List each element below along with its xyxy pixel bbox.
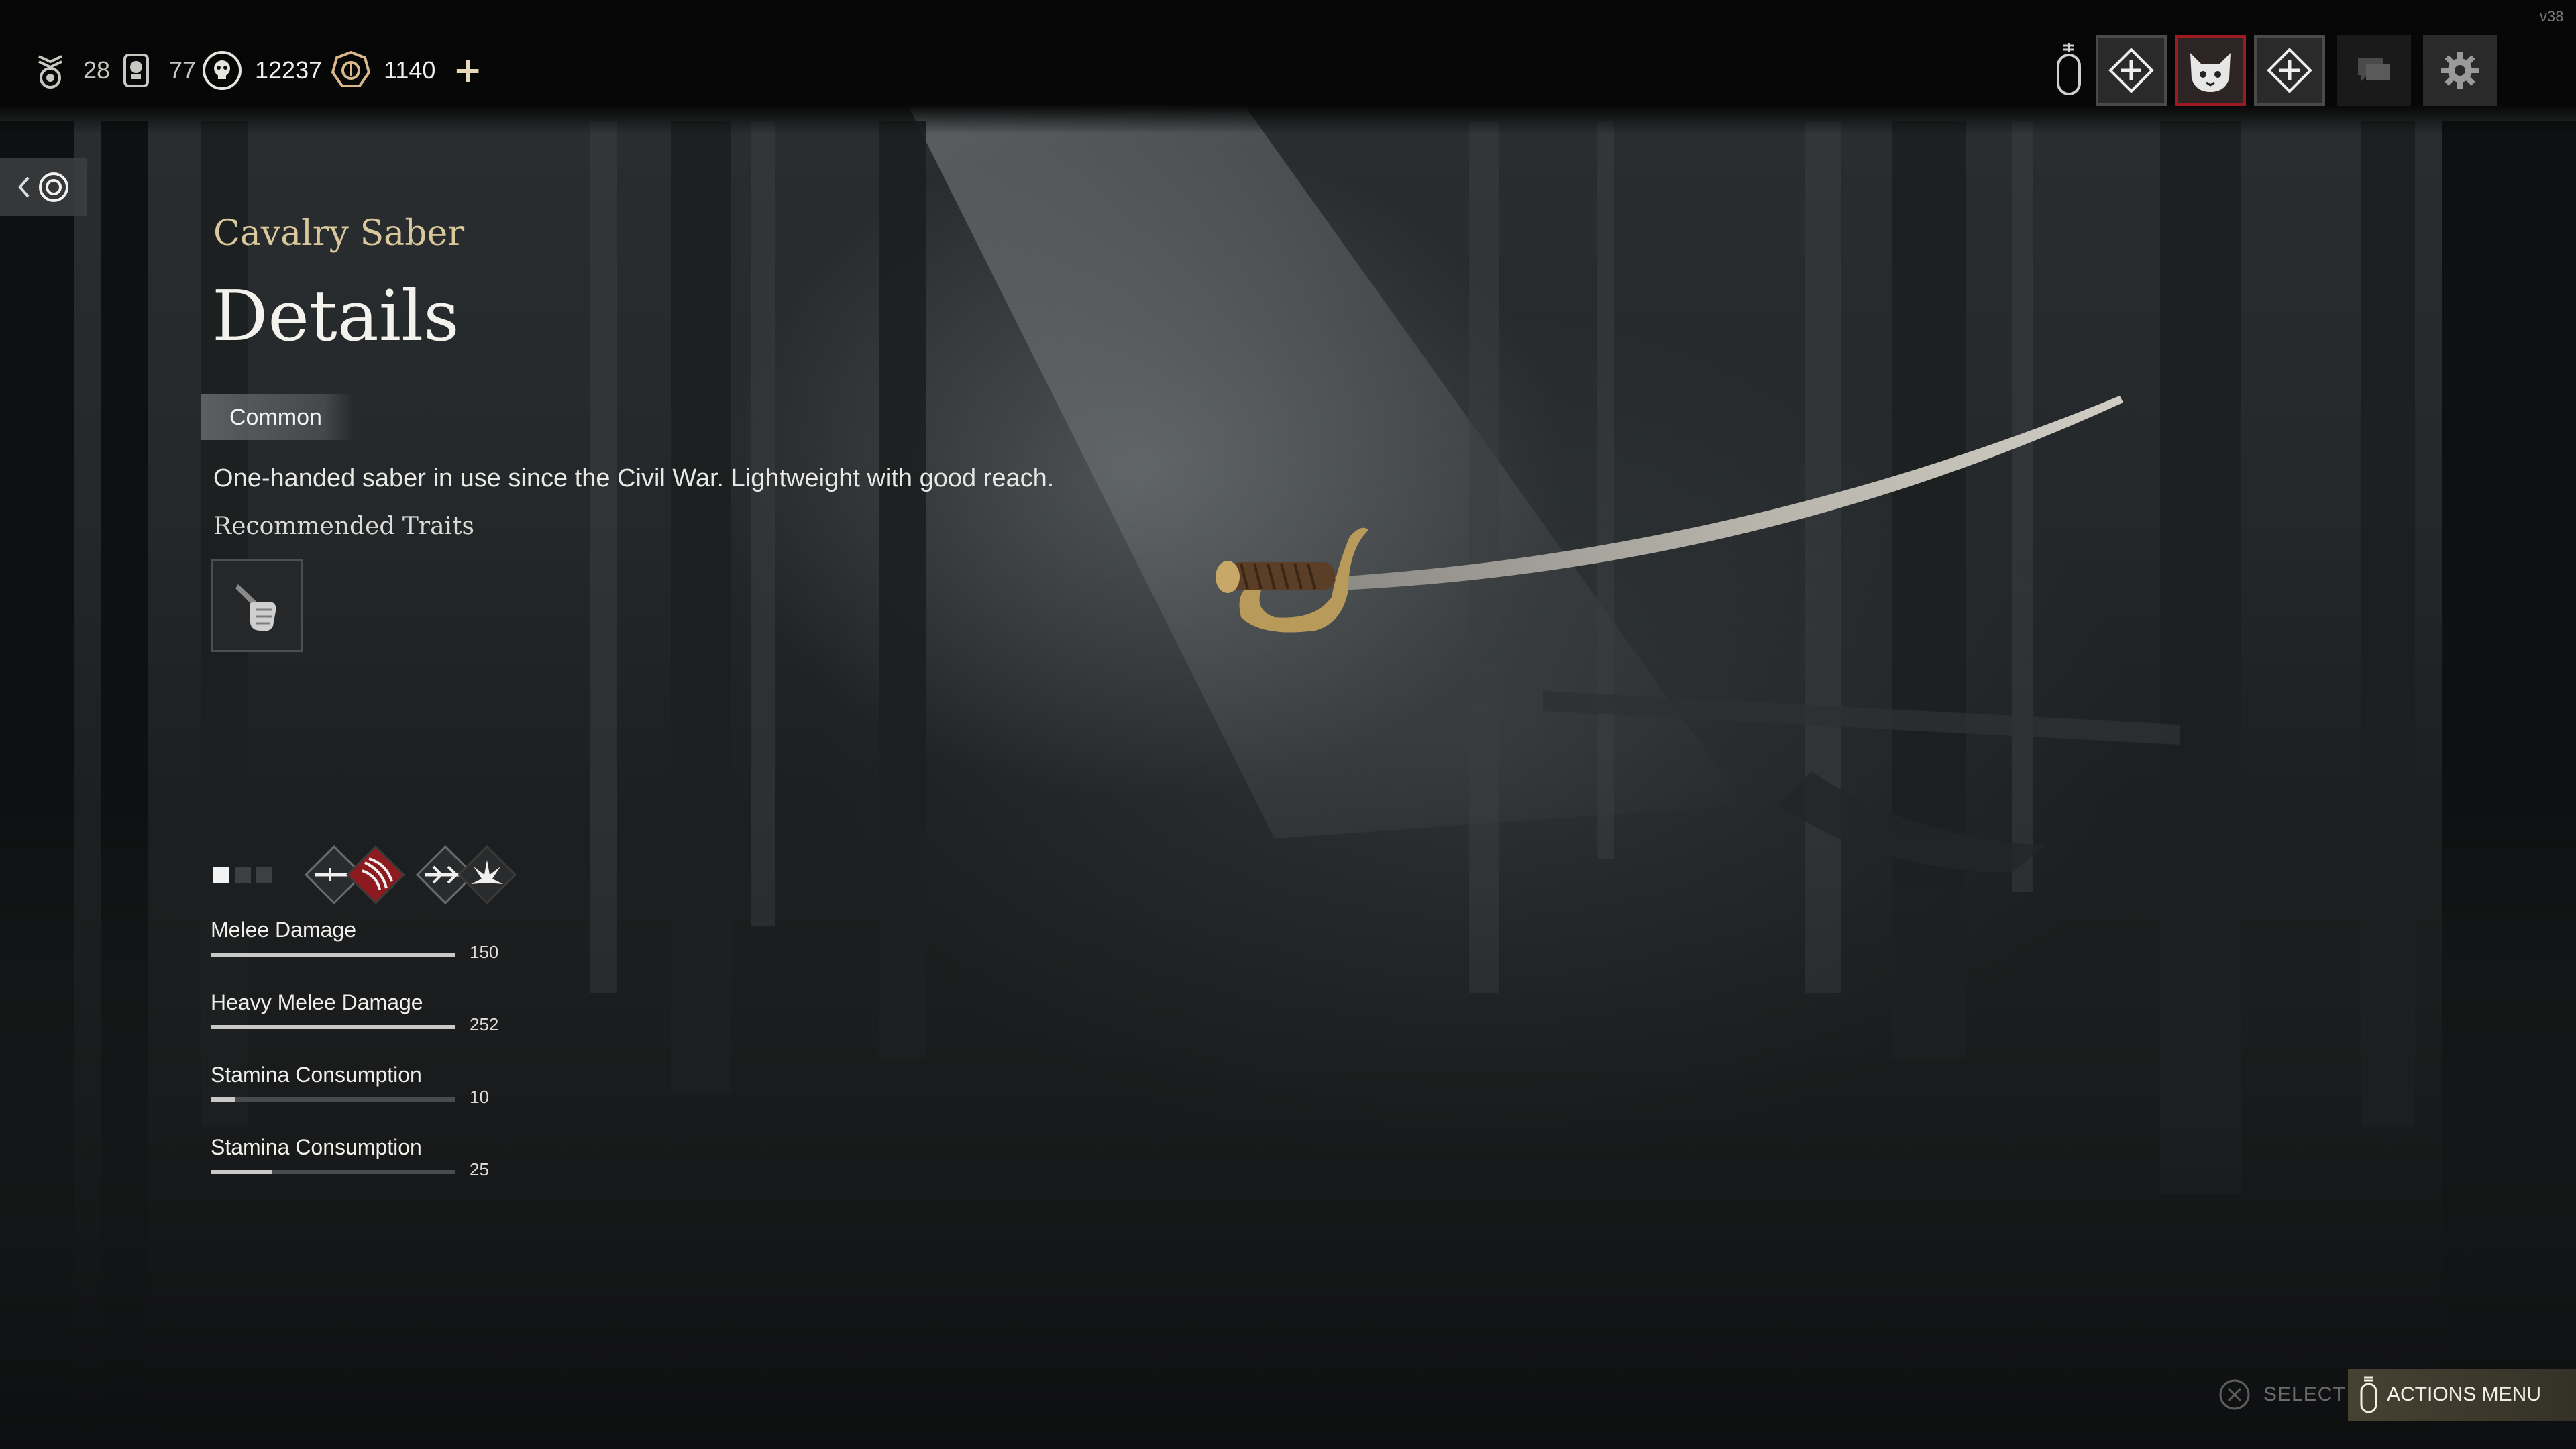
- item-description: One-handed saber in use since the Civil …: [213, 464, 1055, 492]
- mouse-icon: [2360, 1376, 2377, 1413]
- stat-melee-damage: Melee Damage 150: [211, 918, 506, 962]
- squad-slot-invite-1[interactable]: [2096, 35, 2167, 106]
- premium-coin-icon: [331, 50, 371, 87]
- stat-stamina-heavy: Stamina Consumption 25: [211, 1135, 506, 1179]
- skull-coin-icon: [203, 51, 241, 90]
- trait-slot[interactable]: [211, 559, 303, 652]
- stat-label: Stamina Consumption: [211, 1135, 422, 1159]
- add-player-icon: [2108, 48, 2154, 93]
- stat-bar-fill: [211, 1025, 455, 1029]
- back-button[interactable]: [0, 158, 87, 216]
- version-label: v38: [2540, 8, 2564, 25]
- cross-button-icon: [2219, 1379, 2250, 1410]
- stat-bar-fill: [211, 1170, 272, 1174]
- buy-premium-button[interactable]: +: [453, 53, 482, 88]
- stat-bar: [211, 953, 455, 957]
- stat-bar: [211, 1170, 455, 1174]
- medal-count: 28: [83, 56, 111, 84]
- select-hint-label: SELECT: [2263, 1383, 2346, 1405]
- stat-bar: [211, 1025, 455, 1029]
- stat-bar-fill: [211, 953, 455, 957]
- mouse-scroll-icon: [2057, 43, 2081, 95]
- heavy-attack-pair: [415, 844, 518, 906]
- bounty-count: 12237: [255, 56, 323, 84]
- item-name: Cavalry Saber: [213, 213, 465, 254]
- stat-label: Heavy Melee Damage: [211, 990, 423, 1014]
- stat-heavy-melee-damage: Heavy Melee Damage 252: [211, 990, 506, 1034]
- squad-slots: [2096, 35, 2325, 106]
- stat-value: 10: [470, 1087, 489, 1107]
- currency-premium: 1140 +: [330, 47, 482, 94]
- rarity-badge: Common: [201, 394, 354, 440]
- stat-value: 252: [470, 1014, 499, 1034]
- add-player-icon: [2267, 48, 2312, 93]
- skull-tag-icon: [123, 54, 149, 87]
- light-attack-pair: [303, 844, 407, 906]
- fist-knife-icon: [235, 584, 276, 631]
- squad-slot-player[interactable]: [2175, 35, 2246, 106]
- premium-count: 1140: [384, 56, 436, 84]
- settings-button[interactable]: [2423, 35, 2497, 106]
- chevron-left-icon: [18, 176, 30, 198]
- actions-menu-button[interactable]: ACTIONS MENU: [2348, 1368, 2576, 1421]
- variant-pip-1[interactable]: [213, 867, 229, 883]
- attack-type-icons: [303, 844, 518, 906]
- recommended-traits-label: Recommended Traits: [213, 513, 474, 540]
- currency-skull-tags: 77: [115, 47, 196, 94]
- stat-bar: [211, 1097, 455, 1102]
- actions-menu-label: ACTIONS MENU: [2387, 1383, 2542, 1405]
- stat-bar-fill: [211, 1097, 235, 1102]
- stat-stamina-light: Stamina Consumption 10: [211, 1063, 506, 1107]
- variant-pip-2[interactable]: [235, 867, 251, 883]
- variant-pip-3[interactable]: [256, 867, 272, 883]
- chat-button[interactable]: [2337, 35, 2411, 106]
- slash-bleed-icon: [345, 845, 406, 905]
- gear-icon: [2441, 52, 2479, 89]
- impact-icon: [457, 845, 517, 905]
- squad-slot-invite-2[interactable]: [2254, 35, 2325, 106]
- skull-tag-count: 77: [169, 56, 197, 84]
- medal-icon: [38, 55, 62, 89]
- stat-label: Stamina Consumption: [211, 1063, 422, 1087]
- target-icon: [39, 172, 68, 202]
- page-title: Details: [212, 275, 460, 357]
- variant-selector: [213, 867, 272, 883]
- chat-icon: [2358, 58, 2390, 82]
- stat-value: 25: [470, 1159, 489, 1179]
- cat-avatar-icon: [2190, 53, 2231, 92]
- stat-value: 150: [470, 942, 499, 962]
- currency-bounty: 12237: [201, 47, 322, 94]
- stat-label: Melee Damage: [211, 918, 356, 942]
- currency-medals: 28: [30, 47, 110, 94]
- select-hint[interactable]: SELECT: [2218, 1378, 2346, 1411]
